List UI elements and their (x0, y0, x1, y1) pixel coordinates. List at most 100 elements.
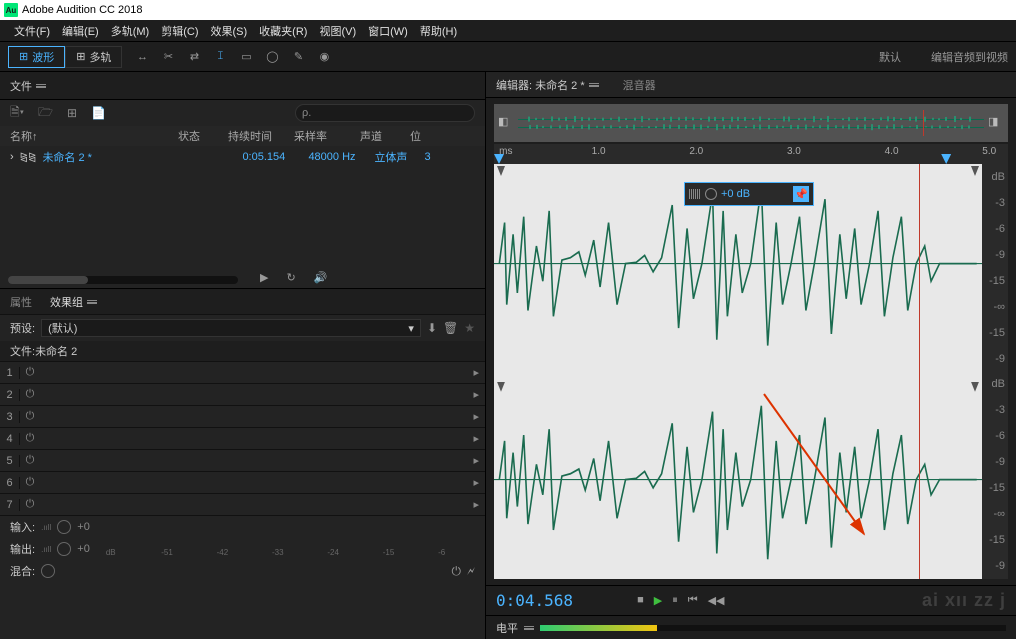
file-columns-header: 名称↑ 状态 持续时间 采样率 声道 位 (0, 126, 485, 146)
fx-slot[interactable]: 3⏻▸ (0, 405, 485, 427)
menu-favorites[interactable]: 收藏夹(R) (253, 23, 313, 39)
power-icon[interactable]: ⏻ (20, 432, 40, 445)
playhead[interactable] (919, 164, 920, 579)
tool-slip[interactable]: ⇄ (186, 49, 202, 65)
power-icon[interactable]: ⏻ (452, 564, 462, 579)
chevron-right-icon[interactable]: ▸ (473, 454, 479, 467)
mixer-tab[interactable]: 混音器 (623, 77, 656, 93)
panel-menu-icon[interactable] (589, 83, 599, 87)
tool-brush[interactable]: ✎ (290, 49, 306, 65)
power-icon[interactable]: ⏻ (20, 388, 40, 401)
fx-slot[interactable]: 1⏻▸ (0, 361, 485, 383)
hud-knob[interactable] (705, 188, 717, 200)
db-scale-right: dB -3 -6 -9 -15 -∞ -15 -9 dB -3 -6 -9 -1… (982, 164, 1008, 579)
input-knob[interactable] (57, 520, 71, 534)
fx-slot[interactable]: 7⏻▸ (0, 493, 485, 515)
loop-icon[interactable]: ↻ (286, 271, 295, 284)
pause-button[interactable]: ⏸ (672, 594, 678, 607)
menu-effects[interactable]: 效果(S) (205, 23, 254, 39)
tab-properties[interactable]: 属性 (10, 294, 32, 310)
timecode-display[interactable]: 0:04.568 (496, 591, 573, 610)
chevron-down-icon: ▾ (408, 322, 414, 335)
chevron-right-icon[interactable]: ▸ (473, 410, 479, 423)
file-row[interactable]: › ⧎⧎ 未命名 2 * 0:05.154 48000 Hz 立体声 3 (0, 146, 485, 168)
delete-preset-icon[interactable]: 🗑 (443, 321, 458, 335)
input-row: 输入:.ııll +0 (0, 516, 485, 538)
mix-row: 混合: ⏻ 🗲 (0, 560, 485, 582)
fx-slot[interactable]: 5⏻▸ (0, 449, 485, 471)
power-icon[interactable]: ⏻ (20, 410, 40, 423)
panel-menu-icon[interactable] (524, 626, 534, 630)
menu-window[interactable]: 窗口(W) (362, 23, 414, 39)
tab-effects-rack[interactable]: 效果组 (50, 294, 97, 310)
menu-multitrack[interactable]: 多轨(M) (105, 23, 156, 39)
h-scrollbar[interactable] (8, 276, 238, 284)
favorite-icon[interactable]: ★ (464, 321, 475, 335)
power-icon[interactable]: ⏻ (20, 476, 40, 489)
record-icon[interactable]: ⊞ (67, 106, 77, 120)
mode-multitrack[interactable]: ⊞ 多轨 (65, 46, 122, 68)
new-file-icon[interactable]: 🗎▾ (10, 103, 24, 124)
fx-slot[interactable]: 6⏻▸ (0, 471, 485, 493)
play-icon[interactable]: ▶ (260, 271, 268, 284)
menu-file[interactable]: 文件(F) (8, 23, 56, 39)
mode-waveform[interactable]: ⊞ 波形 (8, 46, 65, 68)
stop-button[interactable]: ■ (637, 594, 644, 607)
apply-icon[interactable]: 🗲 (467, 564, 475, 579)
prev-button[interactable]: ⏮ (688, 594, 698, 607)
menu-edit[interactable]: 编辑(E) (56, 23, 105, 39)
input-meter (106, 518, 475, 536)
fx-slot[interactable]: 4⏻▸ (0, 427, 485, 449)
editor-tab[interactable]: 编辑器: 未命名 2 * (496, 77, 599, 93)
tool-move[interactable]: ↔ (134, 49, 150, 65)
chevron-right-icon[interactable]: ▸ (473, 432, 479, 445)
playhead-marker[interactable] (941, 154, 951, 164)
menu-clip[interactable]: 剪辑(C) (155, 23, 204, 39)
fx-file-label: 文件: (10, 343, 35, 359)
toolbar: ⊞ 波形 ⊞ 多轨 ↔ ✂ ⇄ 𝙸 ▭ ◯ ✎ ◉ 默认 编辑音频到视频 (0, 42, 1016, 72)
chevron-right-icon[interactable]: ▸ (473, 388, 479, 401)
save-preset-icon[interactable]: ⬇ (427, 321, 437, 335)
tool-marquee[interactable]: ▭ (238, 49, 254, 65)
auto-icon[interactable]: 🔊 (314, 271, 328, 284)
volume-hud[interactable]: +0 dB 📌 (684, 182, 814, 206)
in-marker[interactable] (494, 154, 504, 164)
expand-icon[interactable]: › (10, 151, 14, 163)
ov-freq-icon[interactable]: ◨ (988, 115, 1004, 131)
panel-menu-icon[interactable] (36, 84, 46, 88)
tool-spot[interactable]: ◉ (316, 49, 332, 65)
files-panel-tab[interactable]: 文件 (10, 78, 46, 94)
mix-knob[interactable] (41, 564, 55, 578)
power-icon[interactable]: ⏻ (20, 454, 40, 467)
power-icon[interactable]: ⏻ (20, 498, 40, 511)
chevron-right-icon[interactable]: ▸ (473, 366, 479, 379)
search-input[interactable]: ρ. (295, 104, 475, 122)
chevron-right-icon[interactable]: ▸ (473, 476, 479, 489)
insert-icon[interactable]: 📄 (91, 106, 106, 120)
workspace-default[interactable]: 默认 (879, 49, 901, 65)
workspace-edit-av[interactable]: 编辑音频到视频 (931, 49, 1008, 65)
output-row: 输出:.ııll +0 dB -51 -42 -33 -24 -15 -6 (0, 538, 485, 560)
preset-select[interactable]: (默认)▾ (41, 319, 421, 337)
tool-lasso[interactable]: ◯ (264, 49, 280, 65)
hud-pin-icon[interactable]: 📌 (793, 186, 809, 202)
power-icon[interactable]: ⏻ (20, 366, 40, 379)
play-button[interactable]: ▶ (654, 594, 662, 607)
preset-label: 预设: (10, 320, 35, 336)
menu-help[interactable]: 帮助(H) (414, 23, 463, 39)
menubar: 文件(F) 编辑(E) 多轨(M) 剪辑(C) 效果(S) 收藏夹(R) 视图(… (0, 20, 1016, 42)
ov-zoom-icon[interactable]: ◧ (498, 115, 514, 131)
chevron-right-icon[interactable]: ▸ (473, 498, 479, 511)
menu-view[interactable]: 视图(V) (313, 23, 362, 39)
tool-time-select[interactable]: 𝙸 (212, 49, 228, 65)
level-label: 电平 (496, 620, 518, 636)
overview-nav[interactable]: ◧ ◨ (494, 104, 1008, 142)
time-ruler[interactable]: ms 1.0 2.0 3.0 4.0 5.0 (494, 144, 1008, 164)
open-file-icon[interactable]: 🗁 (38, 103, 53, 124)
tool-razor[interactable]: ✂ (160, 49, 176, 65)
panel-menu-icon[interactable] (87, 300, 97, 304)
output-knob[interactable] (57, 542, 71, 556)
fx-slot[interactable]: 2⏻▸ (0, 383, 485, 405)
rew-button[interactable]: ◀◀ (708, 594, 725, 607)
waveform-display[interactable]: +0 dB 📌 (494, 164, 982, 579)
